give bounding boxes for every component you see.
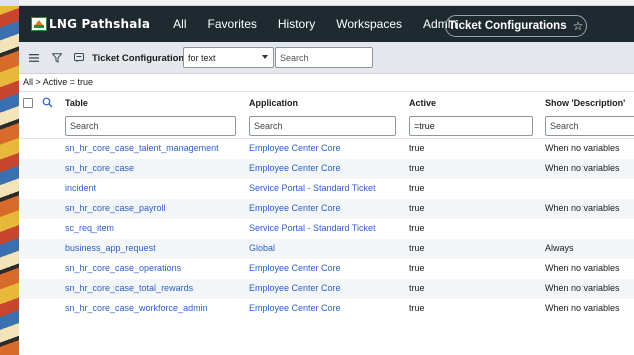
- desktop-background: [0, 0, 19, 355]
- table-row: business_app_request Global true Always: [19, 239, 634, 259]
- table-row: sn_hr_core_case_total_rewards Employee C…: [19, 279, 634, 299]
- select-all-checkbox[interactable]: [23, 98, 33, 108]
- nav-history[interactable]: History: [278, 17, 315, 31]
- table-row: sn_hr_core_case_operations Employee Cent…: [19, 259, 634, 279]
- cell-table[interactable]: business_app_request: [65, 243, 156, 253]
- table-row: sn_hr_core_case Employee Center Core tru…: [19, 159, 634, 179]
- column-header-table[interactable]: Table: [65, 98, 88, 108]
- nav-workspaces[interactable]: Workspaces: [336, 17, 402, 31]
- cell-active: true: [409, 223, 425, 233]
- cell-application[interactable]: Employee Center Core: [249, 163, 341, 173]
- cell-active: true: [409, 203, 425, 213]
- cell-active: true: [409, 303, 425, 313]
- cell-application[interactable]: Employee Center Core: [249, 283, 341, 293]
- column-header-show-description[interactable]: Show 'Description': [545, 98, 625, 108]
- table-row: sn_hr_core_case_talent_management Employ…: [19, 139, 634, 159]
- table-body: sn_hr_core_case_talent_management Employ…: [19, 139, 634, 319]
- star-icon[interactable]: ☆: [573, 19, 584, 33]
- magnifier-icon[interactable]: [42, 97, 53, 110]
- cell-show-description: When no variables: [545, 143, 620, 153]
- filter-input-show-description[interactable]: [545, 116, 634, 136]
- nav-all[interactable]: All: [173, 17, 186, 31]
- cell-table[interactable]: sn_hr_core_case_payroll: [65, 203, 166, 213]
- cell-application[interactable]: Employee Center Core: [249, 303, 341, 313]
- brand-logo[interactable]: LNG Pathshala: [31, 14, 150, 34]
- cell-table[interactable]: sn_hr_core_case_operations: [65, 263, 181, 273]
- logo-emblem-icon: [31, 17, 47, 31]
- cell-active: true: [409, 163, 425, 173]
- context-title: Ticket Configurations: [448, 20, 567, 32]
- cell-show-description: When no variables: [545, 303, 620, 313]
- filter-input-application[interactable]: [249, 116, 396, 136]
- cell-show-description: When no variables: [545, 163, 620, 173]
- cell-active: true: [409, 143, 425, 153]
- list-search-input[interactable]: [275, 47, 373, 68]
- cell-show-description: When no variables: [545, 203, 620, 213]
- column-header-active[interactable]: Active: [409, 98, 436, 108]
- search-field-select[interactable]: for text: [183, 47, 274, 68]
- funnel-icon[interactable]: [50, 51, 64, 65]
- app-window: LNG Pathshala All Favorites History Work…: [19, 0, 634, 355]
- chevron-down-icon: [262, 55, 268, 59]
- hamburger-icon[interactable]: [27, 51, 41, 65]
- context-title-pill[interactable]: Ticket Configurations ☆: [445, 15, 587, 37]
- filter-input-table[interactable]: [65, 116, 236, 136]
- cell-active: true: [409, 183, 425, 193]
- cell-application[interactable]: Service Portal - Standard Ticket: [249, 183, 376, 193]
- cell-show-description: When no variables: [545, 283, 620, 293]
- cell-application[interactable]: Employee Center Core: [249, 263, 341, 273]
- nav-favorites[interactable]: Favorites: [208, 17, 257, 31]
- cell-table[interactable]: sn_hr_core_case_total_rewards: [65, 283, 193, 293]
- column-header-application[interactable]: Application: [249, 98, 298, 108]
- table-row: incident Service Portal - Standard Ticke…: [19, 179, 634, 199]
- column-filter-row: [19, 114, 634, 139]
- table-row: sn_hr_core_case_payroll Employee Center …: [19, 199, 634, 219]
- cell-active: true: [409, 283, 425, 293]
- table-header-row: Table Application Active Show 'Descripti…: [19, 91, 634, 114]
- cell-show-description: When no variables: [545, 263, 620, 273]
- list-title: Ticket Configurations: [92, 53, 190, 64]
- list-toolbar: Ticket Configurations for text: [19, 42, 634, 74]
- brand-name: LNG Pathshala: [49, 17, 151, 31]
- filter-breadcrumb[interactable]: All > Active = true: [23, 77, 93, 87]
- cell-table[interactable]: sc_req_item: [65, 223, 114, 233]
- cell-application[interactable]: Service Portal - Standard Ticket: [249, 223, 376, 233]
- browser-chrome-edge: [0, 0, 19, 6]
- list-context-icon[interactable]: [72, 51, 86, 65]
- table-row: sc_req_item Service Portal - Standard Ti…: [19, 219, 634, 239]
- cell-table[interactable]: sn_hr_core_case: [65, 163, 134, 173]
- cell-show-description: Always: [545, 243, 574, 253]
- cell-table[interactable]: incident: [65, 183, 96, 193]
- filter-input-active[interactable]: [409, 116, 533, 136]
- cell-table[interactable]: sn_hr_core_case_talent_management: [65, 143, 219, 153]
- cell-application[interactable]: Employee Center Core: [249, 203, 341, 213]
- search-field-value: for text: [188, 53, 216, 63]
- cell-application[interactable]: Global: [249, 243, 275, 253]
- top-navigation: LNG Pathshala All Favorites History Work…: [19, 6, 634, 42]
- cell-application[interactable]: Employee Center Core: [249, 143, 341, 153]
- cell-active: true: [409, 263, 425, 273]
- table-row: sn_hr_core_case_workforce_admin Employee…: [19, 299, 634, 319]
- cell-active: true: [409, 243, 425, 253]
- cell-table[interactable]: sn_hr_core_case_workforce_admin: [65, 303, 208, 313]
